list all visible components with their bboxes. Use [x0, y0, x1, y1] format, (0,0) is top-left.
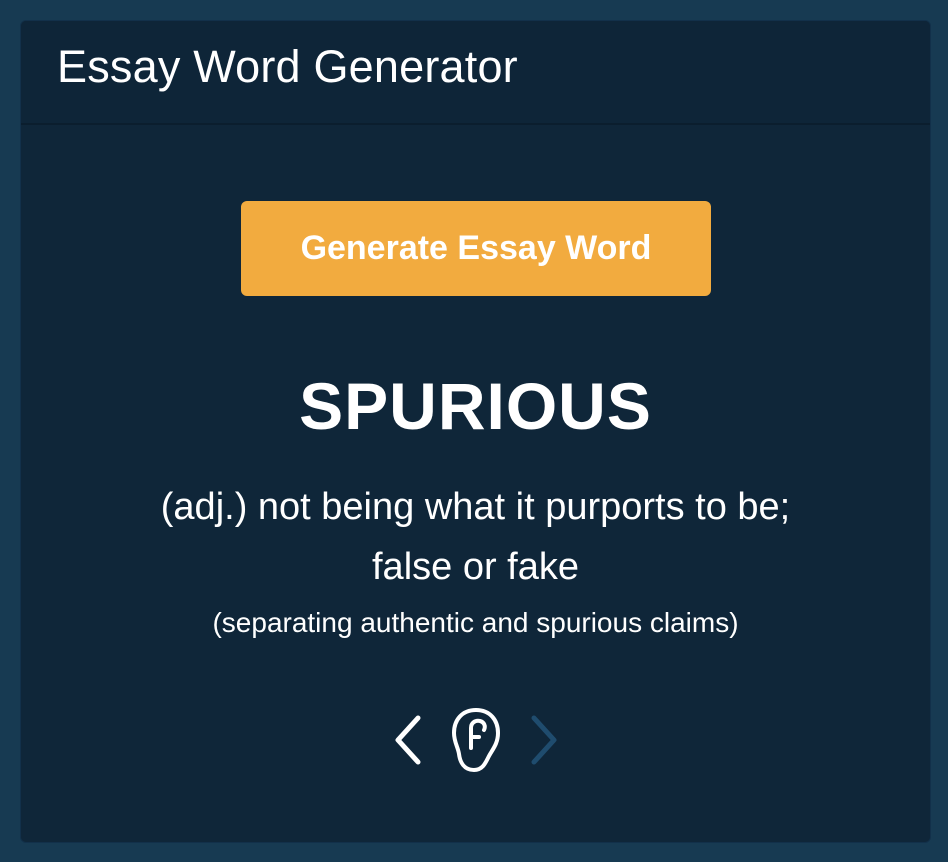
chevron-left-icon	[395, 715, 420, 765]
pronounce-word-button[interactable]	[450, 706, 502, 774]
generate-word-button[interactable]: Generate Essay Word	[241, 201, 711, 296]
ear-icon	[451, 708, 500, 772]
vocabulary-word: SPURIOUS	[299, 369, 652, 443]
word-controls	[21, 700, 930, 780]
word-definition: (adj.) not being what it purports to be;…	[160, 486, 791, 588]
word-example: (separating authentic and spurious claim…	[212, 607, 739, 638]
page-title: Essay Word Generator	[57, 41, 518, 92]
previous-word-button[interactable]	[390, 712, 426, 768]
chevron-right-icon	[531, 715, 556, 765]
word-generator-card: Essay Word Generator Generate Essay Word…	[20, 20, 931, 843]
next-word-button[interactable]	[526, 712, 562, 768]
card-header: Essay Word Generator	[21, 21, 930, 125]
